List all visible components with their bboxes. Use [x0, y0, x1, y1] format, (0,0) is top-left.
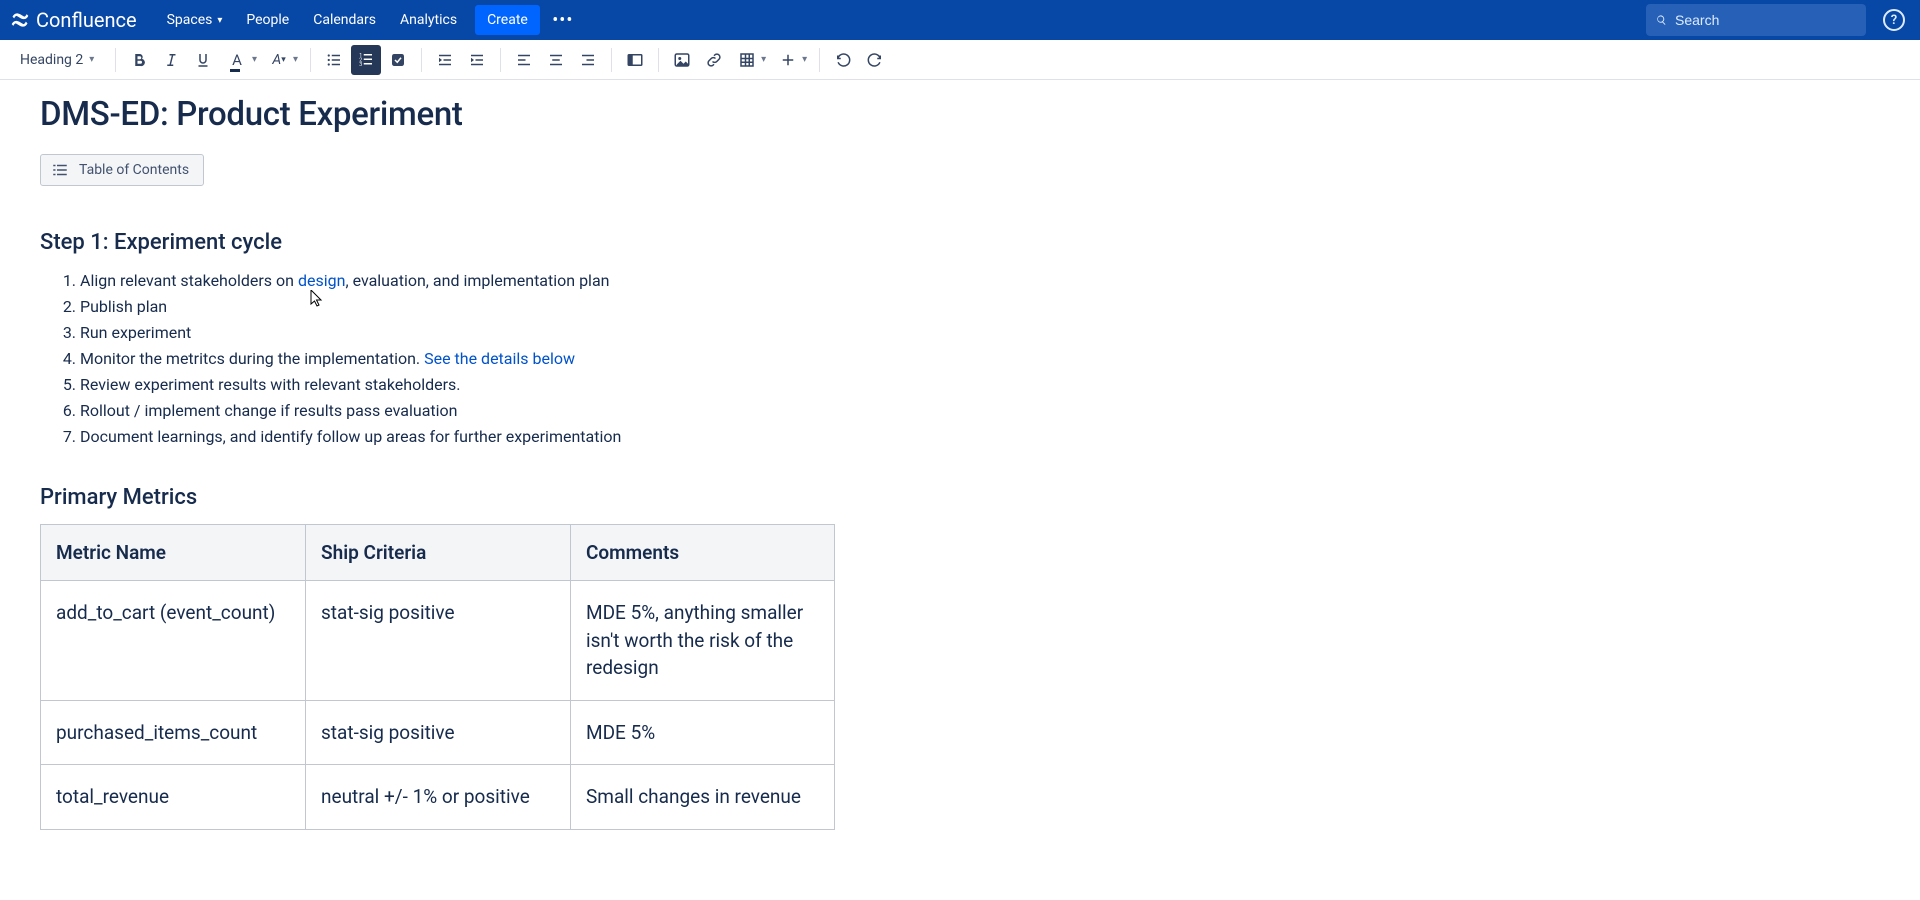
align-center-button[interactable] [541, 45, 571, 75]
table-header[interactable]: Comments [571, 525, 835, 581]
align-right-button[interactable] [573, 45, 603, 75]
indent-button[interactable] [462, 45, 492, 75]
link-button[interactable] [699, 45, 729, 75]
editor-content-area[interactable]: DMS-ED: Product Experiment Table of Cont… [0, 80, 1920, 900]
outdent-button[interactable] [430, 45, 460, 75]
table-cell[interactable]: stat-sig positive [306, 700, 571, 765]
editor-toolbar: Heading 2 ▾ A ▾ A▾ ▾ 123 ▾ ▾ [0, 40, 1920, 80]
create-button[interactable]: Create [475, 5, 540, 35]
table-cell[interactable]: purchased_items_count [41, 700, 306, 765]
table-cell[interactable]: MDE 5%, anything smaller isn't worth the… [571, 581, 835, 701]
inline-link[interactable]: design [298, 271, 345, 290]
chevron-down-icon: ▾ [761, 54, 766, 65]
list-item[interactable]: Align relevant stakeholders on design, e… [80, 269, 1880, 293]
table-cell[interactable]: Small changes in revenue [571, 765, 835, 830]
text-style-select[interactable]: Heading 2 ▾ [12, 48, 107, 72]
section-primary-metrics-heading[interactable]: Primary Metrics [40, 485, 1880, 510]
list-item[interactable]: Publish plan [80, 295, 1880, 319]
table-row[interactable]: add_to_cart (event_count)stat-sig positi… [41, 581, 835, 701]
list-item[interactable]: Run experiment [80, 321, 1880, 345]
confluence-icon [10, 10, 30, 30]
experiment-steps-list[interactable]: Align relevant stakeholders on design, e… [40, 269, 1880, 449]
redo-button[interactable] [860, 45, 890, 75]
chevron-down-icon: ▾ [252, 54, 257, 65]
table-button[interactable]: ▾ [731, 45, 770, 75]
table-cell[interactable]: neutral +/- 1% or positive [306, 765, 571, 830]
search-input[interactable] [1675, 12, 1856, 28]
list-item[interactable]: Monitor the metritcs during the implemen… [80, 347, 1880, 371]
numbered-list-button[interactable]: 123 [351, 45, 381, 75]
help-button[interactable]: ? [1878, 4, 1910, 36]
table-header[interactable]: Ship Criteria [306, 525, 571, 581]
more-menu-button[interactable]: ••• [546, 5, 580, 35]
toc-icon [51, 161, 69, 179]
toc-label: Table of Contents [79, 162, 189, 178]
inline-link[interactable]: See the details below [424, 349, 575, 368]
task-list-button[interactable] [383, 45, 413, 75]
text-color-button[interactable]: A ▾ [220, 45, 261, 75]
search-icon [1656, 12, 1667, 28]
svg-text:3: 3 [359, 62, 362, 68]
table-cell[interactable]: stat-sig positive [306, 581, 571, 701]
undo-button[interactable] [828, 45, 858, 75]
page-title[interactable]: DMS-ED: Product Experiment [40, 95, 1880, 134]
chevron-down-icon: ▾ [293, 54, 298, 65]
top-navigation: Confluence Spaces ▾ People Calendars Ana… [0, 0, 1920, 40]
nav-spaces[interactable]: Spaces ▾ [155, 0, 235, 40]
bold-button[interactable] [124, 45, 154, 75]
section-experiment-cycle-heading[interactable]: Step 1: Experiment cycle [40, 230, 1880, 255]
nav-people[interactable]: People [234, 0, 301, 40]
table-header[interactable]: Metric Name [41, 525, 306, 581]
table-row[interactable]: total_revenueneutral +/- 1% or positiveS… [41, 765, 835, 830]
insert-more-button[interactable]: ▾ [772, 45, 811, 75]
chevron-down-icon: ▾ [217, 15, 222, 26]
more-formatting-button[interactable]: A▾ ▾ [263, 45, 302, 75]
table-of-contents-macro[interactable]: Table of Contents [40, 154, 204, 186]
chevron-down-icon: ▾ [89, 54, 94, 65]
table-cell[interactable]: MDE 5% [571, 700, 835, 765]
image-button[interactable] [667, 45, 697, 75]
align-left-button[interactable] [509, 45, 539, 75]
bullet-list-button[interactable] [319, 45, 349, 75]
nav-analytics[interactable]: Analytics [388, 0, 469, 40]
layout-button[interactable] [620, 45, 650, 75]
italic-button[interactable] [156, 45, 186, 75]
table-cell[interactable]: total_revenue [41, 765, 306, 830]
search-box[interactable] [1646, 4, 1866, 36]
chevron-down-icon: ▾ [802, 54, 807, 65]
confluence-logo[interactable]: Confluence [10, 8, 137, 32]
table-row[interactable]: purchased_items_countstat-sig positiveMD… [41, 700, 835, 765]
nav-calendars[interactable]: Calendars [301, 0, 388, 40]
table-cell[interactable]: add_to_cart (event_count) [41, 581, 306, 701]
brand-name: Confluence [36, 8, 137, 32]
underline-button[interactable] [188, 45, 218, 75]
primary-metrics-table[interactable]: Metric NameShip CriteriaComments add_to_… [40, 524, 835, 830]
list-item[interactable]: Rollout / implement change if results pa… [80, 399, 1880, 423]
help-icon: ? [1883, 9, 1905, 31]
list-item[interactable]: Document learnings, and identify follow … [80, 425, 1880, 449]
list-item[interactable]: Review experiment results with relevant … [80, 373, 1880, 397]
